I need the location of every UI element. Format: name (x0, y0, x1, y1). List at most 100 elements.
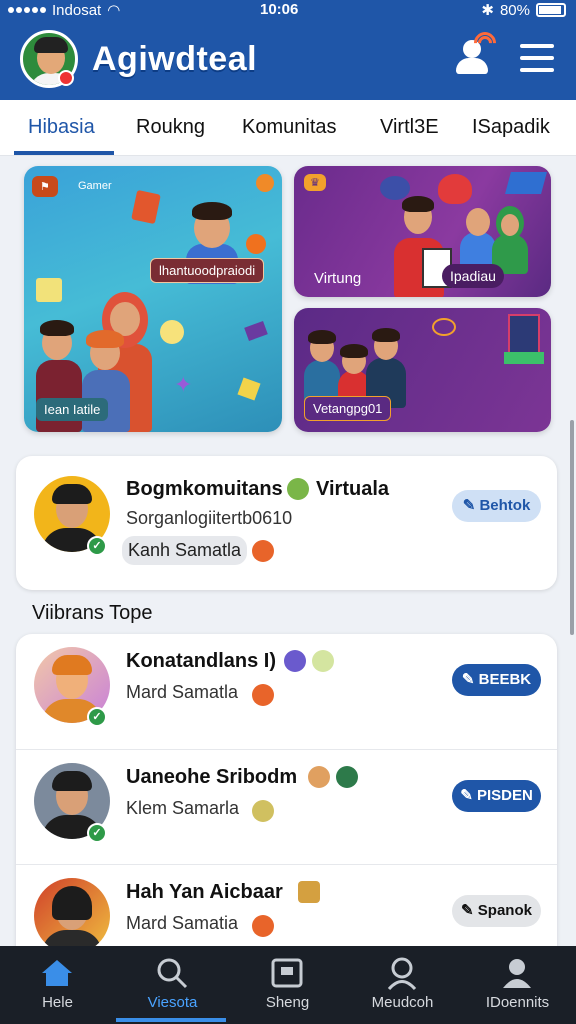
leaf-icon (252, 800, 274, 822)
home-icon (42, 960, 72, 986)
verified-icon: ✓ (87, 536, 107, 556)
list-item-button-label: BEEBK (478, 671, 532, 688)
app-header: Indosat ◠ 10:06 ✱ 80% Agiwdteal (0, 0, 576, 100)
nav-home-label: Hele (42, 994, 73, 1011)
fire-icon (252, 684, 274, 706)
active-nav-indicator (116, 1018, 226, 1022)
list-item[interactable]: ✓ Uaneohe Sribodm Klem Samarla ✎ PISDEN (16, 749, 557, 864)
signal-icon (8, 7, 46, 13)
banner-tr-caption: Virtung (314, 270, 362, 287)
character-icon (308, 766, 330, 788)
list-item-button-label: PISDEN (476, 787, 533, 804)
shop-icon (271, 958, 303, 988)
fire-icon (252, 915, 274, 937)
list-item-button-label: Spanok (477, 902, 532, 919)
scrollbar[interactable] (570, 420, 574, 635)
section-title: Viibrans Tope (32, 602, 153, 624)
live-indicator-icon (58, 70, 74, 86)
list-item-button[interactable]: ✎ PISDEN (452, 780, 541, 812)
tab-isapadik[interactable]: ISapadik (472, 116, 550, 139)
star-icon: ✦ (174, 372, 193, 397)
featured-name-suffix: Virtuala (316, 478, 389, 500)
nav-search[interactable]: Viesota (115, 946, 230, 1024)
bluetooth-icon: ✱ (481, 2, 494, 19)
controller-icon (312, 650, 334, 672)
banner-main[interactable]: ⚑ Gamer ✦ lhantuoodpraiodi Iean Iatile (24, 166, 282, 432)
tab-virtl3e[interactable]: Virtl3E (380, 116, 439, 139)
coin-icon (256, 174, 274, 192)
banner-br-caption: Vetangpg01 (304, 396, 392, 421)
banner-bottom-right[interactable]: Vetangpg01 (294, 308, 551, 432)
featured-community-card[interactable]: ✓ Bogmkomuitans Virtuala Sorganlogiitert… (16, 456, 557, 590)
list-item-sub: Mard Samatla (126, 682, 239, 702)
nav-search-label: Viesota (147, 994, 198, 1011)
game-icon (284, 650, 306, 672)
battery-icon (536, 3, 566, 17)
battery-icon (336, 766, 358, 788)
nav-shop-label: Sheng (265, 994, 310, 1011)
person-search-icon (387, 957, 417, 990)
hamburger-menu-icon[interactable] (520, 44, 554, 72)
community-list: ✓ Konatandlans I) Mard Samatla ✎ BEEBK ✓… (16, 634, 557, 954)
tab-bar: Hibasia Roukng Komunitas Virtl3E ISapadi… (0, 100, 576, 156)
card-stack-icon (508, 314, 540, 354)
featured-member-chip: Kanh Samatla (122, 536, 248, 565)
wifi-icon: ◠ (107, 2, 121, 19)
nav-account-label: IDoennits (485, 994, 550, 1011)
featured-subtitle: Sorganlogiitertb0610 (126, 508, 293, 528)
card-icon (131, 189, 161, 225)
tab-komunitas[interactable]: Komunitas (242, 116, 337, 139)
banner-tr-button[interactable]: Ipadiau (442, 264, 504, 288)
list-avatar[interactable] (34, 878, 110, 954)
flag-icon (505, 172, 547, 194)
tab-roukng[interactable]: Roukng (136, 116, 205, 139)
nav-shop[interactable]: Sheng (230, 946, 345, 1024)
featured-action-label: Behtok (479, 497, 531, 514)
banner-logo-badge-2: ♛ (304, 174, 326, 191)
trophy-icon (160, 320, 184, 344)
note-icon (36, 278, 62, 302)
nav-account[interactable]: IDoennits (460, 946, 575, 1024)
verified-icon: ✓ (87, 707, 107, 727)
ticket-icon (244, 321, 268, 341)
tab-hibasia[interactable]: Hibasia (28, 116, 95, 139)
ball-icon (246, 234, 266, 254)
nav-people[interactable]: Meudcoh (345, 946, 460, 1024)
trophy-icon (298, 881, 320, 903)
progress-icon (504, 352, 544, 364)
banner-corner-label: Gamer (78, 180, 112, 192)
active-tab-indicator (14, 151, 114, 155)
list-item-sub: Mard Samatia (126, 913, 239, 933)
list-item-button[interactable]: ✎ Spanok (452, 895, 541, 927)
banner-footer: Iean Iatile (36, 398, 109, 421)
list-item-name: Hah Yan Aicbaar (126, 881, 283, 903)
featured-name: Bogmkomuitans (126, 478, 283, 500)
list-item-name: Uaneohe Sribodm (126, 766, 298, 788)
verified-icon: ✓ (87, 823, 107, 843)
eye-icon (432, 318, 456, 336)
bottom-navigation: Hele Viesota Sheng Meudcoh IDoennits (0, 946, 576, 1024)
app-title: Agiwdteal (92, 40, 258, 78)
nav-home[interactable]: Hele (0, 946, 115, 1024)
banner-logo-badge: ⚑ (32, 176, 58, 197)
battery-percent: 80% (499, 1, 530, 19)
list-item[interactable]: ✓ Konatandlans I) Mard Samatla ✎ BEEBK (16, 634, 557, 749)
account-icon (503, 959, 531, 988)
nav-people-label: Meudcoh (371, 994, 434, 1011)
banner-caption: lhantuoodpraiodi (150, 258, 265, 283)
list-item-name: Konatandlans I) (126, 650, 277, 672)
list-item-sub: Klem Samarla (126, 798, 240, 818)
list-item-button[interactable]: ✎ BEEBK (452, 664, 541, 696)
character-hijab-2 (490, 204, 530, 274)
featured-action-button[interactable]: ✎ Behtok (452, 490, 541, 522)
carrier-label: Indosat (52, 1, 102, 19)
status-time: 10:06 (260, 1, 299, 18)
gem-icon (237, 377, 261, 401)
status-bar: Indosat ◠ 10:06 ✱ 80% (0, 0, 576, 20)
search-icon (157, 958, 188, 989)
banner-top-right[interactable]: ♛ Virtung Ipadiau (294, 166, 551, 297)
badge-icon (287, 478, 309, 500)
fire-icon (252, 540, 274, 562)
broadcast-icon (469, 27, 501, 59)
list-item[interactable]: Hah Yan Aicbaar Mard Samatia ✎ Spanok (16, 864, 557, 954)
